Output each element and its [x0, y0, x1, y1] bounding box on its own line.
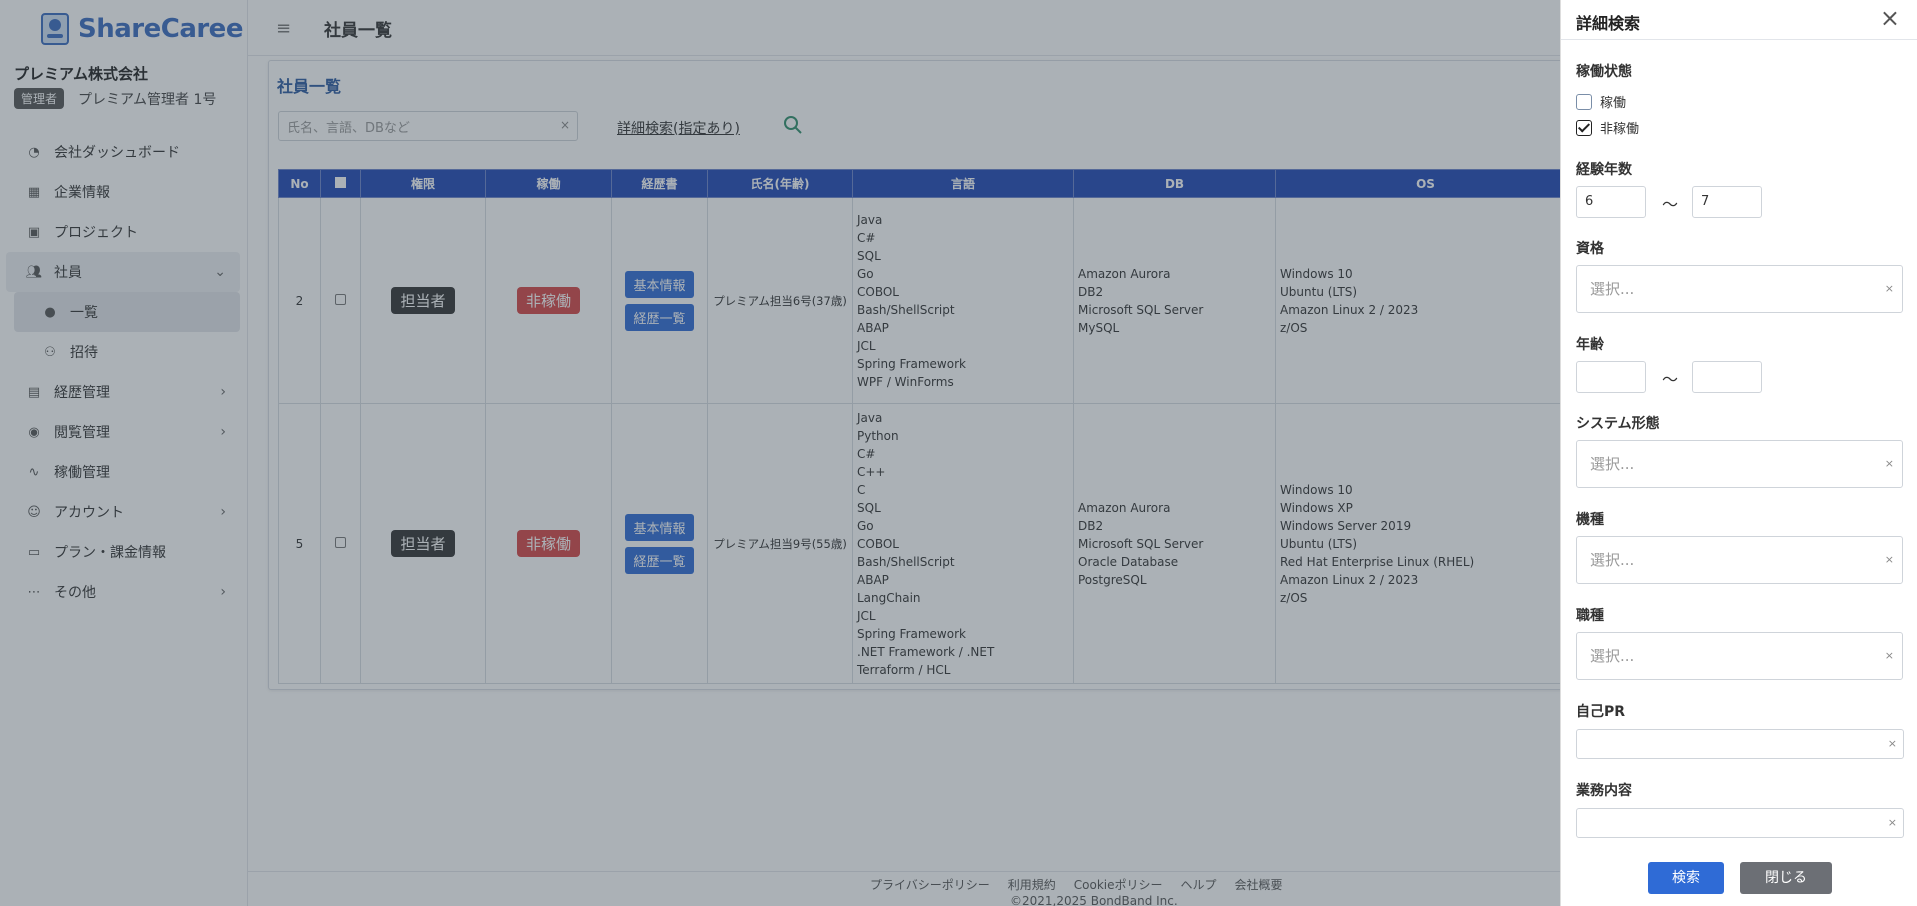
search-button[interactable]: 検索	[1648, 862, 1724, 894]
drawer-header: 詳細検索 ×	[1561, 0, 1917, 40]
status-inactive-checkbox[interactable]	[1576, 119, 1592, 136]
qualification-label: 資格	[1576, 241, 1604, 257]
job-select[interactable]: 選択... ×	[1576, 632, 1903, 680]
select-placeholder: 選択...	[1590, 280, 1635, 298]
drawer-title: 詳細検索	[1576, 14, 1641, 33]
experience-label: 経験年数	[1576, 162, 1632, 178]
experience-min-input[interactable]: 6	[1576, 186, 1646, 218]
qualification-select[interactable]: 選択... ×	[1576, 265, 1903, 313]
select-placeholder: 選択...	[1590, 647, 1635, 665]
checkbox-label: 非稼働	[1600, 122, 1640, 137]
clear-icon[interactable]: ×	[1888, 737, 1897, 750]
status-active-checkbox[interactable]	[1576, 93, 1592, 110]
close-button[interactable]: 閉じる	[1740, 862, 1832, 894]
close-icon[interactable]: ×	[1880, 6, 1900, 30]
status-option-active[interactable]: 稼働	[1576, 92, 1626, 111]
range-separator: 〜	[1662, 370, 1679, 389]
clear-icon[interactable]: ×	[1885, 266, 1894, 312]
status-option-inactive[interactable]: 非稼働	[1576, 118, 1639, 137]
clear-icon[interactable]: ×	[1885, 441, 1894, 487]
select-placeholder: 選択...	[1590, 455, 1635, 473]
system-select[interactable]: 選択... ×	[1576, 440, 1903, 488]
pr-label: 自己PR	[1576, 704, 1626, 720]
range-separator: 〜	[1662, 195, 1679, 214]
machine-select[interactable]: 選択... ×	[1576, 536, 1903, 584]
select-placeholder: 選択...	[1590, 551, 1635, 569]
age-label: 年齢	[1576, 337, 1604, 353]
work-input[interactable]: ×	[1576, 808, 1904, 838]
age-max-input[interactable]	[1692, 361, 1762, 393]
age-min-input[interactable]	[1576, 361, 1646, 393]
system-label: システム形態	[1576, 416, 1660, 432]
experience-max-input[interactable]: 7	[1692, 186, 1762, 218]
job-label: 職種	[1576, 608, 1604, 624]
work-label: 業務内容	[1576, 783, 1632, 799]
clear-icon[interactable]: ×	[1885, 633, 1894, 679]
checkbox-label: 稼働	[1600, 96, 1627, 111]
clear-icon[interactable]: ×	[1885, 537, 1894, 583]
pr-input[interactable]: ×	[1576, 729, 1904, 759]
status-label: 稼働状態	[1576, 64, 1632, 80]
machine-label: 機種	[1576, 512, 1604, 528]
advanced-search-drawer: 詳細検索 × 稼働状態 稼働 非稼働 経験年数 6 〜 7 資格 選択... ×…	[1560, 0, 1917, 906]
clear-icon[interactable]: ×	[1888, 816, 1897, 829]
